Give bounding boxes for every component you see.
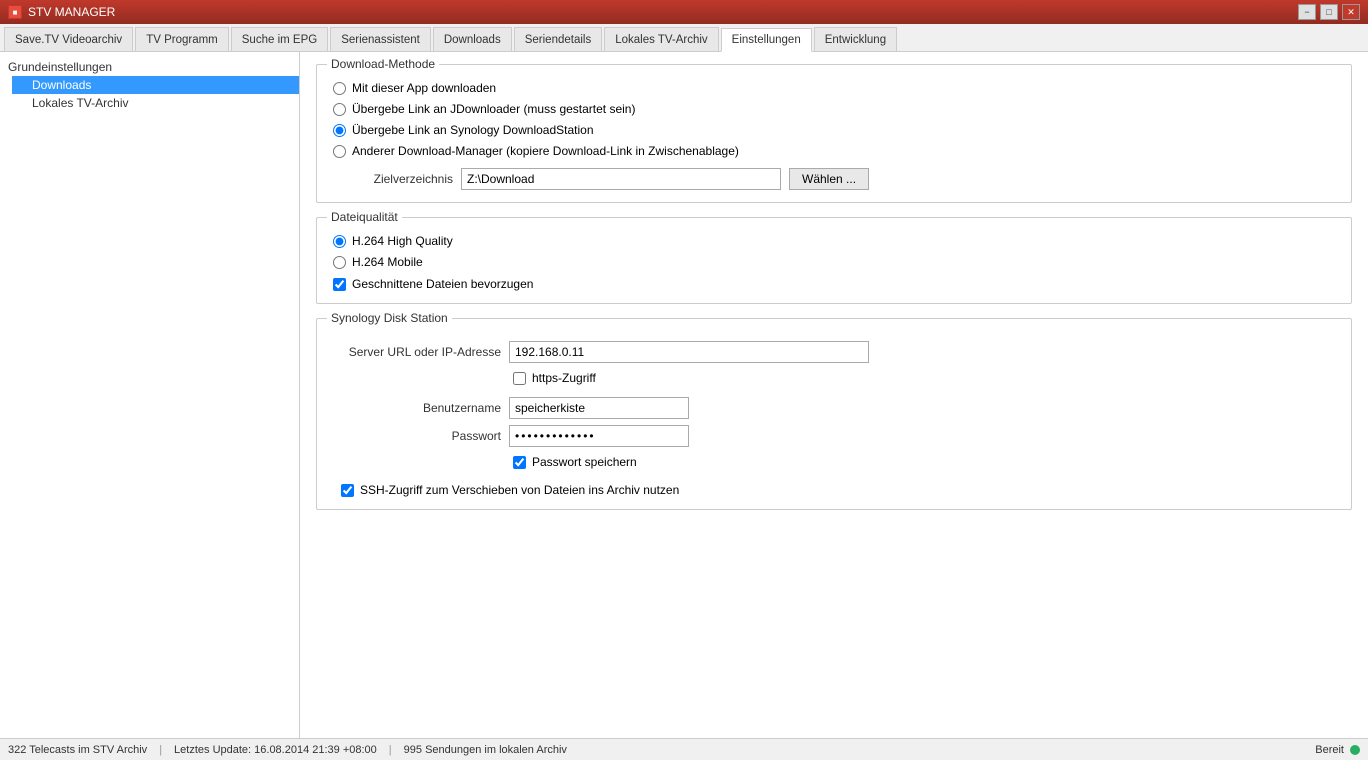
server-url-row: Server URL oder IP-Adresse — [341, 341, 1335, 363]
benutzername-row: Benutzername — [341, 397, 1335, 419]
radio-jdownloader[interactable]: Übergebe Link an JDownloader (muss gesta… — [333, 102, 1335, 116]
radio-synology-label: Übergebe Link an Synology DownloadStatio… — [352, 123, 594, 137]
status-sep1: | — [159, 744, 162, 756]
https-zugriff-checkbox[interactable] — [513, 372, 526, 385]
tab-seriendetails[interactable]: Seriendetails — [514, 27, 602, 51]
status-indicator — [1350, 745, 1360, 755]
zielverzeichnis-label: Zielverzeichnis — [333, 172, 453, 186]
section-download-methode-title: Download-Methode — [327, 57, 439, 71]
dateiqualitaet-radio-group: H.264 High Quality H.264 Mobile — [333, 234, 1335, 269]
geschnittene-dateien-checkbox[interactable] — [333, 278, 346, 291]
radio-h264hq[interactable]: H.264 High Quality — [333, 234, 1335, 248]
radio-app-input[interactable] — [333, 82, 346, 95]
passwort-input[interactable] — [509, 425, 689, 447]
maximize-button[interactable]: □ — [1320, 4, 1338, 20]
status-sendungen: 995 Sendungen im lokalen Archiv — [404, 744, 567, 756]
benutzername-label: Benutzername — [341, 401, 501, 415]
geschnittene-dateien-label: Geschnittene Dateien bevorzugen — [352, 277, 533, 291]
status-telecasts: 322 Telecasts im STV Archiv — [8, 744, 147, 756]
ssh-zugriff-label: SSH-Zugriff zum Verschieben von Dateien … — [360, 483, 679, 497]
radio-app[interactable]: Mit dieser App downloaden — [333, 81, 1335, 95]
ssh-zugriff-checkbox-row[interactable]: SSH-Zugriff zum Verschieben von Dateien … — [341, 483, 1335, 497]
status-bar: 322 Telecasts im STV Archiv | Letztes Up… — [0, 738, 1368, 760]
passwort-speichern-checkbox[interactable] — [513, 456, 526, 469]
waehlen-button[interactable]: Wählen ... — [789, 168, 869, 190]
zielverzeichnis-row: Zielverzeichnis Wählen ... — [333, 168, 1335, 190]
radio-other-label: Anderer Download-Manager (kopiere Downlo… — [352, 144, 739, 158]
radio-jdownloader-label: Übergebe Link an JDownloader (muss gesta… — [352, 102, 635, 116]
status-text: Bereit — [1315, 744, 1344, 756]
tab-bar: Save.TV Videoarchiv TV Programm Suche im… — [0, 24, 1368, 52]
download-method-radio-group: Mit dieser App downloaden Übergebe Link … — [333, 81, 1335, 158]
minimize-button[interactable]: − — [1298, 4, 1316, 20]
title-bar: ■ STV MANAGER − □ ✕ — [0, 0, 1368, 24]
sidebar-item-downloads[interactable]: Downloads — [12, 76, 299, 94]
tab-downloads[interactable]: Downloads — [433, 27, 512, 51]
main-area: Grundeinstellungen Downloads Lokales TV-… — [0, 52, 1368, 738]
section-dateiqualitaet: Dateiqualität H.264 High Quality H.264 M… — [316, 217, 1352, 304]
radio-app-label: Mit dieser App downloaden — [352, 81, 496, 95]
ssh-zugriff-checkbox[interactable] — [341, 484, 354, 497]
benutzername-input[interactable] — [509, 397, 689, 419]
radio-h264mobile[interactable]: H.264 Mobile — [333, 255, 1335, 269]
radio-jdownloader-input[interactable] — [333, 103, 346, 116]
tab-serienassistent[interactable]: Serienassistent — [330, 27, 431, 51]
tab-tvprog[interactable]: TV Programm — [135, 27, 229, 51]
passwort-speichern-label: Passwort speichern — [532, 455, 637, 469]
zielverzeichnis-input[interactable] — [461, 168, 781, 190]
section-synology: Synology Disk Station Server URL oder IP… — [316, 318, 1352, 510]
sidebar: Grundeinstellungen Downloads Lokales TV-… — [0, 52, 300, 738]
window-title: STV MANAGER — [28, 5, 115, 19]
server-url-label: Server URL oder IP-Adresse — [341, 345, 501, 359]
tab-entwicklung[interactable]: Entwicklung — [814, 27, 897, 51]
status-info: 322 Telecasts im STV Archiv | Letztes Up… — [8, 744, 567, 756]
passwort-label: Passwort — [341, 429, 501, 443]
server-url-input[interactable] — [509, 341, 869, 363]
passwort-row: Passwort — [341, 425, 1335, 447]
tab-search[interactable]: Suche im EPG — [231, 27, 328, 51]
radio-other[interactable]: Anderer Download-Manager (kopiere Downlo… — [333, 144, 1335, 158]
sidebar-item-grundeinstellungen[interactable]: Grundeinstellungen — [0, 58, 299, 76]
https-zugriff-label: https-Zugriff — [532, 371, 596, 385]
radio-h264hq-input[interactable] — [333, 235, 346, 248]
geschnittene-dateien-checkbox-row[interactable]: Geschnittene Dateien bevorzugen — [333, 277, 1335, 291]
section-synology-title: Synology Disk Station — [327, 311, 452, 325]
status-sep2: | — [389, 744, 392, 756]
passwort-speichern-checkbox-row[interactable]: Passwort speichern — [513, 455, 1335, 469]
radio-synology[interactable]: Übergebe Link an Synology DownloadStatio… — [333, 123, 1335, 137]
radio-other-input[interactable] — [333, 145, 346, 158]
status-last-update: Letztes Update: 16.08.2014 21:39 +08:00 — [174, 744, 377, 756]
window-controls: − □ ✕ — [1298, 4, 1360, 20]
section-download-methode: Download-Methode Mit dieser App download… — [316, 64, 1352, 203]
tab-einstellungen[interactable]: Einstellungen — [721, 28, 812, 52]
content-panel: Download-Methode Mit dieser App download… — [300, 52, 1368, 738]
radio-synology-input[interactable] — [333, 124, 346, 137]
sidebar-item-lokales-archiv[interactable]: Lokales TV-Archiv — [12, 94, 299, 112]
https-zugriff-checkbox-row[interactable]: https-Zugriff — [513, 371, 1335, 385]
app-icon: ■ — [8, 5, 22, 19]
radio-h264mobile-label: H.264 Mobile — [352, 255, 423, 269]
tab-savetv[interactable]: Save.TV Videoarchiv — [4, 27, 133, 51]
section-dateiqualitaet-title: Dateiqualität — [327, 210, 402, 224]
close-button[interactable]: ✕ — [1342, 4, 1360, 20]
radio-h264mobile-input[interactable] — [333, 256, 346, 269]
status-ready: Bereit — [1315, 744, 1360, 756]
radio-h264hq-label: H.264 High Quality — [352, 234, 453, 248]
tab-lokales[interactable]: Lokales TV-Archiv — [604, 27, 718, 51]
